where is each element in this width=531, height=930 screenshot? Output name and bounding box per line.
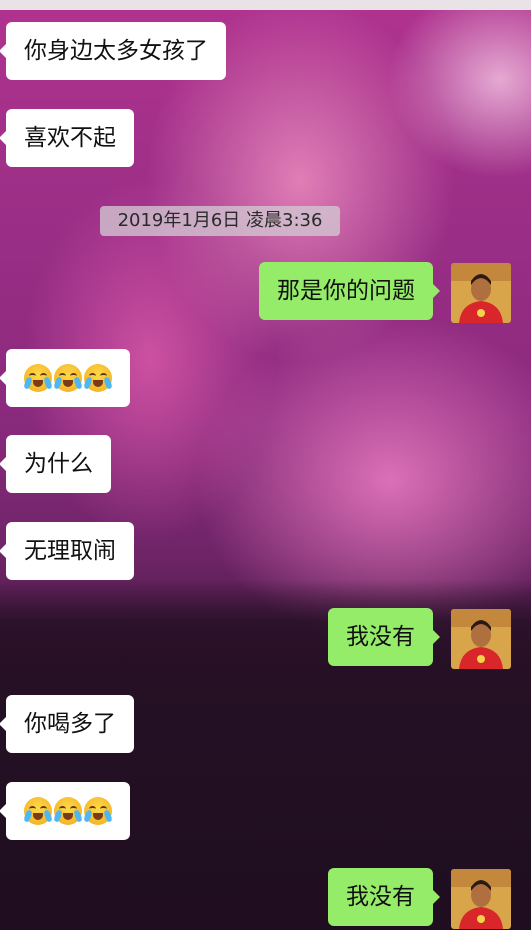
timestamp-label: 2019年1月6日 凌晨3:36 (100, 206, 340, 236)
loudly-crying-face-icon (53, 364, 83, 392)
message-bubble-outgoing[interactable]: 我没有 (328, 868, 440, 926)
avatar[interactable] (451, 609, 511, 669)
loudly-crying-face-icon (23, 797, 53, 825)
message-text: 那是你的问题 (277, 278, 415, 304)
loudly-crying-face-icon (83, 364, 113, 392)
loudly-crying-face-icon (23, 364, 53, 392)
avatar-icon (451, 263, 511, 323)
message-bubble-incoming[interactable]: 喜欢不起 (0, 109, 134, 167)
message-bubble-outgoing[interactable]: 我没有 (328, 608, 440, 666)
message-bubble-incoming[interactable]: 你喝多了 (0, 695, 134, 753)
chat-screen: 你身边太多女孩了 喜欢不起 2019年1月6日 凌晨3:36 那是你的问题 为什… (0, 0, 531, 930)
loudly-crying-face-icon (83, 797, 113, 825)
message-text: 无理取闹 (24, 538, 116, 564)
message-text: 喜欢不起 (24, 125, 116, 151)
avatar[interactable] (451, 263, 511, 323)
emoji-row (23, 796, 113, 826)
message-text: 为什么 (24, 451, 93, 477)
avatar[interactable] (451, 869, 511, 929)
status-strip (0, 0, 531, 10)
emoji-row (23, 363, 113, 393)
message-bubble-incoming[interactable]: 无理取闹 (0, 522, 134, 580)
loudly-crying-face-icon (53, 797, 83, 825)
message-bubble-incoming[interactable]: 为什么 (0, 435, 111, 493)
avatar-icon (451, 609, 511, 669)
avatar-icon (451, 869, 511, 929)
message-text: 你喝多了 (24, 711, 116, 737)
message-text: 你身边太多女孩了 (24, 38, 208, 64)
message-bubble-outgoing[interactable]: 那是你的问题 (259, 262, 440, 320)
message-bubble-incoming[interactable] (0, 349, 130, 407)
message-text: 我没有 (346, 624, 415, 650)
message-text: 我没有 (346, 884, 415, 910)
message-bubble-incoming[interactable]: 你身边太多女孩了 (0, 22, 226, 80)
message-bubble-incoming[interactable] (0, 782, 130, 840)
